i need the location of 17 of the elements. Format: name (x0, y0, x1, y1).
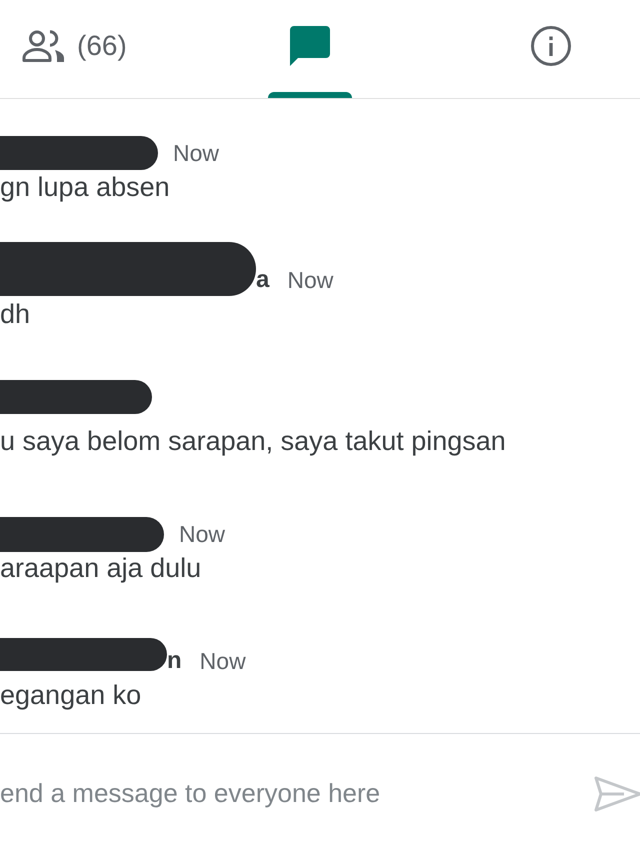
people-icon (22, 30, 66, 62)
sender-name: n (167, 649, 182, 673)
participants-tab[interactable]: (66) (22, 0, 127, 98)
message-time: Now (200, 650, 246, 672)
message-text: gn lupa absen (0, 171, 170, 203)
send-icon (594, 776, 640, 812)
message-text: u saya belom sarapan, saya takut pingsan (0, 425, 506, 457)
info-icon (531, 26, 571, 66)
message-text: egangan ko (0, 679, 142, 711)
chat-icon (290, 26, 330, 66)
message-time: Now (179, 522, 226, 546)
sender-name: a (256, 268, 270, 292)
message-text: araapan aja dulu (0, 552, 202, 584)
message-input[interactable]: end a message to everyone here (0, 766, 594, 822)
message-text: dh (0, 298, 30, 330)
message-time: Now (287, 268, 334, 292)
message-time: Now (173, 142, 220, 164)
